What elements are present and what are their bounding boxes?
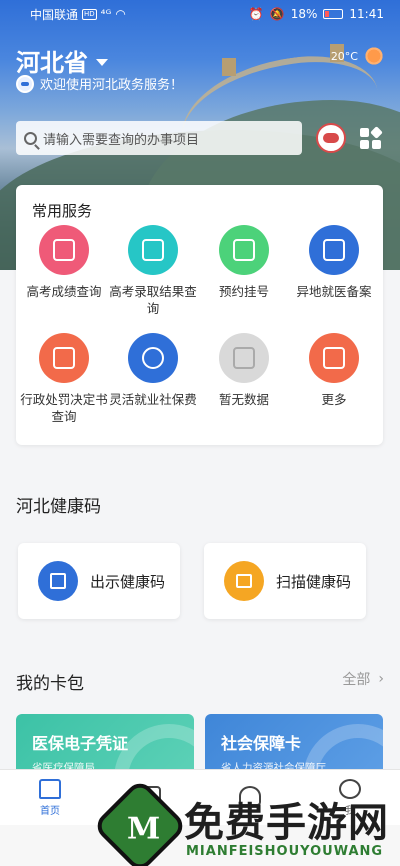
home-icon [39,778,61,799]
section-title: 常用服务 [32,202,93,220]
province-name: 河北省 [16,49,88,77]
province-selector[interactable]: 河北省 [16,43,108,78]
watermark-name: 免费手游网 [184,800,389,846]
status-bar: 中国联通 HD ⁴ᴳ ◠ ⏰ 🔕 18% 11:41 [0,0,400,28]
service-more[interactable]: 更多 [289,333,379,408]
service-exam-score[interactable]: 高考成绩查询 [19,225,109,300]
chevron-right-icon: › [378,671,384,687]
wallet-view-all-link[interactable]: 全部 › [342,669,384,689]
admission-result-icon [128,225,178,275]
weather-widget[interactable]: 20°C [331,46,384,66]
battery-icon [323,9,344,19]
wallet-title: 我的卡包 [16,674,84,694]
search-input[interactable]: 请输入需要查询的办事项目 [16,121,302,155]
welcome-banner: 欢迎使用河北政务服务！ [16,74,183,93]
search-placeholder: 请输入需要查询的办事项目 [43,132,200,148]
gov-logo-icon [16,74,34,93]
penalty-document-icon [39,333,89,383]
watermark-pinyin: MIANFEISHOUYOUWANG [186,844,384,859]
no-data-icon [219,333,269,383]
scan-health-code-button[interactable]: 扫描健康码 [204,543,366,619]
view-all-label: 全部 [342,672,371,688]
social-security-payment-icon [128,333,178,383]
tab-label: 首页 [40,805,60,817]
apps-grid-icon[interactable] [360,126,383,150]
show-health-code-button[interactable]: 出示健康码 [18,543,180,619]
appointment-icon [219,225,269,275]
service-label: 高考成绩查询 [26,284,102,299]
service-label: 灵活就业社保费 [109,392,197,407]
service-label: 暂无数据 [218,392,269,407]
medical-filing-icon [309,225,359,275]
service-label: 高考录取结果查询 [109,284,197,316]
tab-home[interactable]: 首页 [0,770,100,825]
search-icon [24,131,37,145]
alarm-icon: ⏰ [248,7,264,21]
site-watermark: 免费手游网 MIANFEISHOUYOUWANG [91,770,400,866]
hd-badge: HD [82,8,97,20]
more-services-icon [309,333,359,383]
show-health-code-label: 出示健康码 [90,572,166,591]
exam-score-icon [39,225,89,275]
service-no-data[interactable]: 暂无数据 [199,333,289,408]
temperature-text: 20°C [330,49,358,63]
scan-health-code-label: 扫描健康码 [276,572,352,591]
watchtower-shape [222,58,236,76]
common-services-card: 常用服务 高考成绩查询 高考录取结果查询 预约挂号 异地就医备案 行政处罚决定书… [16,185,383,445]
health-code-title: 河北健康码 [16,497,101,517]
assistant-icon[interactable] [316,123,346,153]
qr-code-icon [38,561,78,601]
service-label: 行政处罚决定书查询 [20,392,108,424]
service-social-security[interactable]: 灵活就业社保费 [108,333,198,408]
sun-icon [364,46,384,66]
chevron-down-icon [96,59,108,66]
battery-percent: 18% [290,7,318,21]
signal-icon: ⁴ᴳ [100,7,112,21]
wifi-icon: ◠ [115,7,126,21]
clock-text: 11:41 [349,7,384,21]
service-label: 异地就医备案 [296,284,372,299]
service-label: 预约挂号 [218,284,269,299]
watermark-logo [91,777,189,866]
welcome-text: 欢迎使用河北政务服务！ [40,78,184,93]
service-penalty-document[interactable]: 行政处罚决定书查询 [19,333,109,425]
carrier-text: 中国联通 [30,7,79,22]
mute-icon: 🔕 [269,7,285,21]
service-label: 更多 [321,392,347,407]
service-admission-result[interactable]: 高考录取结果查询 [108,225,198,317]
service-medical-filing[interactable]: 异地就医备案 [289,225,379,300]
service-appointment[interactable]: 预约挂号 [199,225,289,300]
scan-icon [224,561,264,601]
